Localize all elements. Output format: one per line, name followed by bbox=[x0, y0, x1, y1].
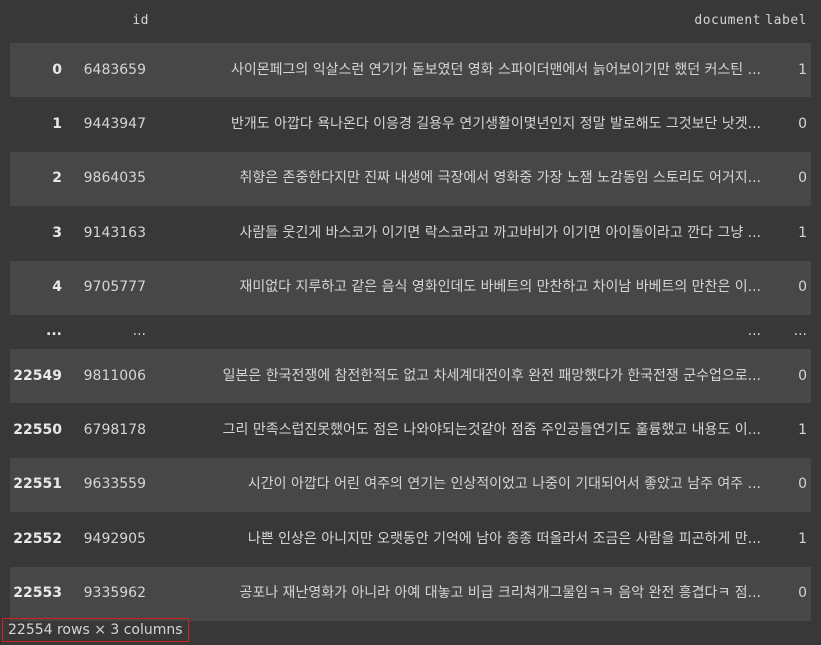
id-cell: 9335962 bbox=[66, 566, 153, 621]
dataframe-table: id document label 0 6483659 사이몬페그의 익살스런 … bbox=[10, 10, 811, 621]
table-row: 3 9143163 사람들 웃긴게 바스코가 이기면 락스코라고 까고바비가 이… bbox=[10, 206, 811, 261]
id-cell: ... bbox=[66, 314, 153, 349]
label-cell: 1 bbox=[765, 43, 811, 98]
document-cell: 시간이 아깝다 어린 여주의 연기는 인상적이었고 나중이 기대되어서 좋았고 … bbox=[153, 457, 765, 513]
label-column-header: label bbox=[765, 13, 807, 28]
id-cell: 9864035 bbox=[66, 151, 153, 207]
id-cell: 9443947 bbox=[66, 97, 153, 152]
label-cell: 0 bbox=[765, 151, 811, 207]
label-cell: 1 bbox=[765, 403, 811, 458]
table-row: 22551 9633559 시간이 아깝다 어린 여주의 연기는 인상적이었고 … bbox=[10, 457, 811, 513]
row-index: 3 bbox=[10, 206, 66, 261]
row-index: 0 bbox=[10, 43, 66, 98]
document-cell: 사람들 웃긴게 바스코가 이기면 락스코라고 까고바비가 이기면 아이돌이라고 … bbox=[153, 206, 765, 261]
document-cell: ... bbox=[153, 314, 765, 349]
id-cell: 6798178 bbox=[66, 403, 153, 458]
id-cell: 9492905 bbox=[66, 512, 153, 567]
document-cell: 일본은 한국전쟁에 참전한적도 없고 차세계대전이후 완전 패망했다가 한국전쟁… bbox=[153, 348, 765, 404]
row-index: 22553 bbox=[10, 566, 66, 621]
table-row: 22550 6798178 그리 만족스럽진못했어도 점은 나와야되는것같아 점… bbox=[10, 403, 811, 458]
id-cell: 9705777 bbox=[66, 260, 153, 315]
table-row-ellipsis: ... ... ... ... bbox=[10, 314, 811, 349]
table-row: 4 9705777 재미없다 지루하고 같은 음식 영화인데도 바베트의 만찬하… bbox=[10, 260, 811, 315]
index-header bbox=[10, 10, 66, 43]
row-index: 22551 bbox=[10, 457, 66, 513]
document-cell: 공포나 재난영화가 아니라 아예 대놓고 비급 크리쳐개그물임ㅋㅋ 음악 완전 … bbox=[153, 566, 765, 621]
label-cell: 0 bbox=[765, 97, 811, 152]
row-index: 22552 bbox=[10, 512, 66, 567]
document-column-header: document bbox=[694, 13, 761, 28]
label-cell: 1 bbox=[765, 206, 811, 261]
label-cell: 1 bbox=[765, 512, 811, 567]
id-cell: 9143163 bbox=[66, 206, 153, 261]
label-cell: 0 bbox=[765, 260, 811, 315]
row-index: 4 bbox=[10, 260, 66, 315]
table-row: 22553 9335962 공포나 재난영화가 아니라 아예 대놓고 비급 크리… bbox=[10, 566, 811, 621]
table-row: 2 9864035 취향은 존중한다지만 진짜 내생에 극장에서 영화중 가장 … bbox=[10, 151, 811, 207]
document-cell: 나쁜 인상은 아니지만 오랫동안 기억에 남아 종종 떠올라서 조금은 사람을 … bbox=[153, 512, 765, 567]
label-cell: 0 bbox=[765, 457, 811, 513]
id-column-header: id bbox=[132, 13, 149, 28]
label-cell: 0 bbox=[765, 566, 811, 621]
row-index: 22550 bbox=[10, 403, 66, 458]
dataframe-shape-summary: 22554 rows × 3 columns bbox=[2, 618, 189, 642]
label-cell: ... bbox=[765, 314, 811, 349]
id-cell: 9811006 bbox=[66, 348, 153, 404]
table-header: id document label bbox=[10, 10, 811, 43]
label-cell: 0 bbox=[765, 348, 811, 404]
table-row: 22549 9811006 일본은 한국전쟁에 참전한적도 없고 차세계대전이후… bbox=[10, 348, 811, 404]
row-index: 2 bbox=[10, 151, 66, 207]
row-index: ... bbox=[10, 314, 66, 349]
table-row: 1 9443947 반개도 아깝다 욕나온다 이응경 길용우 연기생활이몇년인지… bbox=[10, 97, 811, 152]
table-body: 0 6483659 사이몬페그의 익살스런 연기가 돋보였던 영화 스파이더맨에… bbox=[10, 43, 811, 621]
row-index: 1 bbox=[10, 97, 66, 152]
document-cell: 반개도 아깝다 욕나온다 이응경 길용우 연기생활이몇년인지 정말 발로해도 그… bbox=[153, 97, 765, 152]
document-cell: 취향은 존중한다지만 진짜 내생에 극장에서 영화중 가장 노잼 노감동임 스토… bbox=[153, 151, 765, 207]
id-cell: 6483659 bbox=[66, 43, 153, 98]
document-cell: 그리 만족스럽진못했어도 점은 나와야되는것같아 점줌 주인공들연기도 훌륭했고… bbox=[153, 403, 765, 458]
table-row: 0 6483659 사이몬페그의 익살스런 연기가 돋보였던 영화 스파이더맨에… bbox=[10, 43, 811, 98]
table-row: 22552 9492905 나쁜 인상은 아니지만 오랫동안 기억에 남아 종종… bbox=[10, 512, 811, 567]
row-index: 22549 bbox=[10, 348, 66, 404]
document-cell: 재미없다 지루하고 같은 음식 영화인데도 바베트의 만찬하고 차이남 바베트의… bbox=[153, 260, 765, 315]
id-cell: 9633559 bbox=[66, 457, 153, 513]
document-cell: 사이몬페그의 익살스런 연기가 돋보였던 영화 스파이더맨에서 늙어보이기만 했… bbox=[153, 43, 765, 98]
